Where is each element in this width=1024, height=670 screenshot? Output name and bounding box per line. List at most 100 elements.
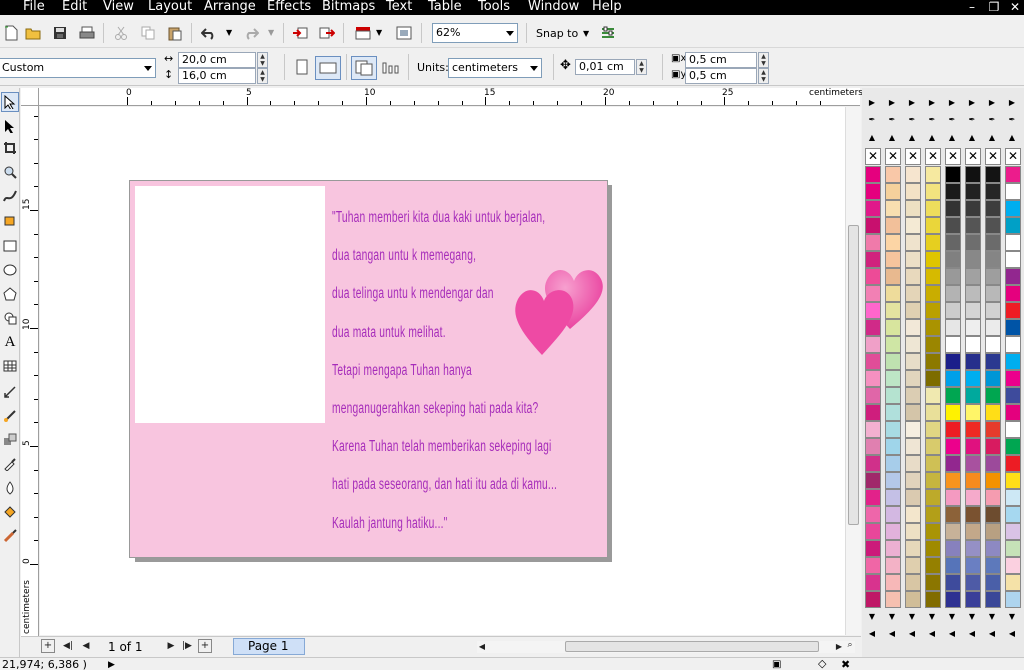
color-swatch[interactable] [865, 217, 881, 234]
palette-scroll-down-icon[interactable]: ▼ [963, 610, 981, 624]
color-swatch[interactable] [985, 200, 1001, 217]
color-swatch[interactable] [885, 472, 901, 489]
color-swatch[interactable] [985, 285, 1001, 302]
color-swatch[interactable] [945, 506, 961, 523]
fill-indicator-icon[interactable]: ◇ [818, 657, 826, 670]
menu-view[interactable]: View [103, 0, 134, 14]
text-tool-icon[interactable]: A [1, 332, 19, 352]
color-swatch[interactable] [1005, 472, 1021, 489]
color-swatch[interactable] [985, 251, 1001, 268]
undo-icon[interactable] [198, 22, 220, 44]
restore-icon[interactable]: ❐ [987, 0, 1001, 14]
color-swatch[interactable] [925, 183, 941, 200]
color-swatch[interactable] [1005, 251, 1021, 268]
color-swatch[interactable] [905, 540, 921, 557]
palette-eyedropper-icon[interactable]: ✒ [923, 113, 941, 127]
color-swatch[interactable] [965, 183, 981, 200]
color-swatch[interactable] [905, 200, 921, 217]
insert-page-before-icon[interactable]: + [41, 639, 55, 653]
redo-dropdown-icon[interactable]: ▼ [268, 26, 274, 40]
color-swatch[interactable] [1005, 370, 1021, 387]
color-swatch[interactable] [1005, 234, 1021, 251]
redo-icon[interactable] [240, 22, 262, 44]
no-color-swatch[interactable]: ✕ [925, 148, 941, 165]
color-swatch[interactable] [905, 523, 921, 540]
menu-file[interactable]: File [23, 0, 45, 14]
color-swatch[interactable] [885, 200, 901, 217]
palette-eyedropper-icon[interactable]: ✒ [883, 113, 901, 127]
color-swatch[interactable] [985, 540, 1001, 557]
palette-flyout-icon[interactable]: ▶ [983, 96, 1001, 110]
palette-scroll-up-icon[interactable]: ▲ [903, 131, 921, 145]
color-swatch[interactable] [945, 370, 961, 387]
page-height-field[interactable]: 16,0 cm ▲ ▼ [178, 68, 268, 84]
color-swatch[interactable] [985, 387, 1001, 404]
color-swatch[interactable] [865, 319, 881, 336]
color-swatch[interactable] [885, 574, 901, 591]
color-swatch[interactable] [885, 370, 901, 387]
navigator-zoom-icon[interactable]: ⌕ [843, 638, 857, 652]
color-swatch[interactable] [925, 574, 941, 591]
palette-flyout-icon[interactable]: ▶ [943, 96, 961, 110]
color-swatch[interactable] [925, 319, 941, 336]
color-swatch[interactable] [945, 268, 961, 285]
color-swatch[interactable] [965, 370, 981, 387]
color-swatch[interactable] [905, 404, 921, 421]
color-swatch[interactable] [945, 353, 961, 370]
rectangle-tool-icon[interactable] [1, 236, 19, 256]
color-swatch[interactable] [985, 438, 1001, 455]
palette-scroll-down-icon[interactable]: ▼ [883, 610, 901, 624]
color-swatch[interactable] [865, 472, 881, 489]
export-icon[interactable] [316, 22, 338, 44]
palette-flyout-icon[interactable]: ▶ [1003, 96, 1021, 110]
palette-eyedropper-icon[interactable]: ✒ [1003, 113, 1021, 127]
snap-to-button[interactable]: Snap to [536, 27, 578, 41]
color-swatch[interactable] [945, 540, 961, 557]
color-swatch[interactable] [985, 183, 1001, 200]
color-swatch[interactable] [885, 591, 901, 608]
color-swatch[interactable] [925, 472, 941, 489]
no-color-swatch[interactable]: ✕ [885, 148, 901, 165]
color-swatch[interactable] [885, 506, 901, 523]
color-swatch[interactable] [985, 370, 1001, 387]
paste-icon[interactable] [164, 22, 186, 44]
color-swatch[interactable] [965, 166, 981, 183]
color-swatch[interactable] [905, 166, 921, 183]
undo-dropdown-icon[interactable]: ▼ [226, 26, 232, 40]
color-swatch[interactable] [965, 302, 981, 319]
color-swatch[interactable] [985, 557, 1001, 574]
color-swatch[interactable] [905, 251, 921, 268]
color-swatch[interactable] [885, 455, 901, 472]
color-swatch[interactable] [885, 523, 901, 540]
color-swatch[interactable] [1005, 438, 1021, 455]
color-swatch[interactable] [905, 472, 921, 489]
options-icon[interactable] [597, 22, 619, 44]
color-swatch[interactable] [905, 268, 921, 285]
color-swatch[interactable] [1005, 319, 1021, 336]
color-swatch[interactable] [945, 200, 961, 217]
palette-scroll-up-icon[interactable]: ▲ [963, 131, 981, 145]
color-swatch[interactable] [965, 557, 981, 574]
palette-eyedropper-icon[interactable]: ✒ [943, 113, 961, 127]
color-swatch[interactable] [885, 404, 901, 421]
color-swatch[interactable] [885, 387, 901, 404]
color-swatch[interactable] [885, 268, 901, 285]
color-swatch[interactable] [985, 319, 1001, 336]
document-info-icon[interactable]: ▣ [772, 658, 781, 670]
color-swatch[interactable] [945, 234, 961, 251]
color-swatch[interactable] [985, 506, 1001, 523]
color-swatch[interactable] [945, 421, 961, 438]
color-swatch[interactable] [885, 217, 901, 234]
palette-flyout-icon[interactable]: ▶ [903, 96, 921, 110]
first-page-icon[interactable]: ◀| [61, 639, 75, 653]
color-swatch[interactable] [925, 438, 941, 455]
blend-tool-icon[interactable] [1, 430, 19, 450]
color-swatch[interactable] [905, 387, 921, 404]
color-swatch[interactable] [945, 404, 961, 421]
palette-scroll-down-icon[interactable]: ▼ [943, 610, 961, 624]
color-swatch[interactable] [885, 183, 901, 200]
color-swatch[interactable] [965, 234, 981, 251]
page-preset-dropdown-icon[interactable] [141, 59, 155, 77]
ellipse-tool-icon[interactable] [1, 260, 19, 280]
color-swatch[interactable] [945, 336, 961, 353]
